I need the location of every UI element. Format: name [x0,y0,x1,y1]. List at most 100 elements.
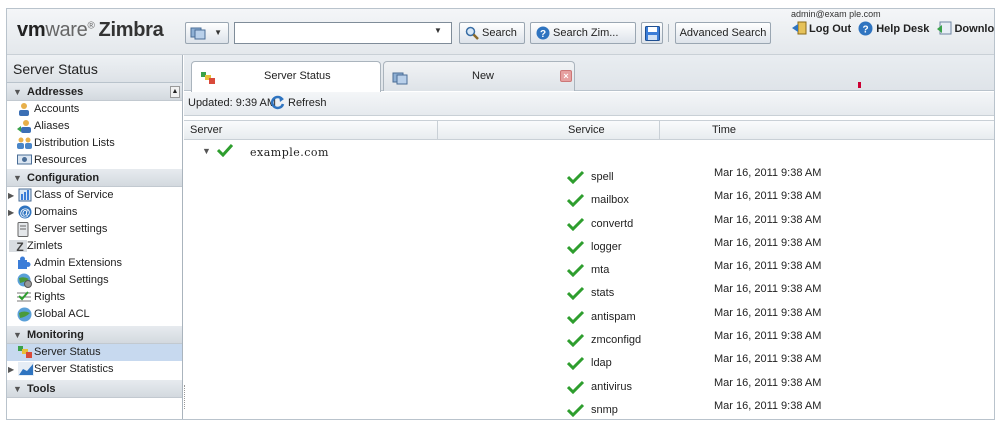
service-name: antivirus [591,380,632,393]
logo-ware: ware [45,19,88,41]
search-history-dropdown-icon[interactable]: ▼ [434,26,442,35]
help-circle-icon: ? [858,21,873,39]
table-row[interactable]: ldap Mar 16, 2011 9:38 AM [184,349,994,373]
column-header-service[interactable]: Service [438,121,660,140]
nav-label: Global ACL [34,308,90,320]
toolbar-separator [668,24,669,42]
refresh-label: Refresh [288,97,327,109]
refresh-button[interactable]: Refresh [270,95,327,110]
nav-item-zimlets[interactable]: Z Zimlets [7,238,182,255]
table-row[interactable]: snmp Mar 16, 2011 9:38 AM [184,396,994,419]
service-name: logger [591,240,622,253]
section-tools[interactable]: ▼ Tools [7,380,182,398]
expand-triangle-icon[interactable]: ▶ [8,187,14,204]
nav-label: Server Status [34,346,101,358]
nav-label: Global Settings [34,274,109,286]
svg-text:@: @ [20,207,31,219]
nav-item-accounts[interactable]: Accounts [7,101,182,118]
nav-item-server-status[interactable]: Server Status [7,344,182,361]
table-row[interactable]: antivirus Mar 16, 2011 9:38 AM [184,373,994,396]
section-addresses[interactable]: ▼ Addresses ▲ [7,83,182,101]
save-search-button[interactable] [641,22,663,44]
nav-pane-title: Server Status [7,55,182,83]
status-ok-icon [566,286,585,303]
section-configuration[interactable]: ▼ Configuration [7,169,182,187]
refresh-icon [270,95,285,113]
search-button[interactable]: Search [459,22,525,44]
close-tab-icon[interactable]: × [560,70,572,82]
section-label: Monitoring [27,329,84,341]
zimbra-admin-window: vmware® Zimbra ▼ ▼ Search ? Search Zim..… [6,8,995,420]
nav-item-resources[interactable]: Resources [7,152,182,169]
svg-text:?: ? [863,25,869,36]
service-name: ldap [591,357,612,370]
user-links: Log Out ? Help Desk Downloads [791,21,995,38]
nav-label: Admin Extensions [34,257,123,269]
table-row[interactable]: antispam Mar 16, 2011 9:38 AM [184,303,994,326]
column-header-time[interactable]: Time [660,121,994,140]
nav-item-global-settings[interactable]: Global Settings [7,272,182,289]
service-time: Mar 16, 2011 9:38 AM [714,213,822,226]
expand-triangle-icon[interactable]: ▶ [8,361,14,378]
advanced-search-button[interactable]: Advanced Search [675,22,771,44]
nav-item-global-acl[interactable]: Global ACL [7,306,182,323]
logout-label: Log Out [809,23,852,35]
search-input[interactable] [234,22,452,44]
nav-item-class-of-service[interactable]: ▶ Class of Service [7,187,182,204]
tab-server-status[interactable]: Server Status [191,61,381,92]
advanced-search-label: Advanced Search [679,27,767,39]
table-row[interactable]: spell Mar 16, 2011 9:38 AM [184,163,994,186]
table-row[interactable]: stats Mar 16, 2011 9:38 AM [184,279,994,303]
column-header-server[interactable]: Server [184,121,438,140]
nav-label: Zimlets [27,240,63,252]
nav-label: Class of Service [34,189,114,201]
logout-link[interactable]: Log Out [791,21,852,38]
nav-item-rights[interactable]: Rights [7,289,182,306]
downloads-label: Downloads [954,23,995,35]
table-row[interactable]: logger Mar 16, 2011 9:38 AM [184,233,994,256]
nav-item-admin-extensions[interactable]: Admin Extensions [7,255,182,272]
table-row[interactable]: zmconfigd Mar 16, 2011 9:38 AM [184,326,994,349]
nav-label: Server Statistics [34,363,114,375]
search-zimbra-button[interactable]: ? Search Zim... [530,22,636,44]
pane-resize-grip[interactable] [184,385,188,409]
nav-item-server-settings[interactable]: Server settings [7,221,182,238]
section-monitoring[interactable]: ▼ Monitoring [7,326,182,344]
status-ok-icon [566,356,585,373]
navigation-pane: Server Status ▼ Addresses ▲ Accounts Ali… [7,55,183,419]
service-time: Mar 16, 2011 9:38 AM [714,236,822,249]
user-email: admin@exam ple.com [791,9,881,19]
server-row[interactable]: ▼ example.com [184,143,454,163]
collapse-triangle-icon: ▼ [13,384,22,394]
nav-item-server-statistics[interactable]: ▶ Server Statistics [7,361,182,378]
service-time: Mar 16, 2011 9:38 AM [714,376,822,389]
tab-label: Server Status [264,70,331,82]
scroll-up-arrow-icon[interactable]: ▲ [170,86,180,98]
service-name: mta [591,264,610,277]
nav-label: Accounts [34,103,80,115]
nav-item-domains[interactable]: ▶ @ Domains [7,204,182,221]
tab-new[interactable]: New × [383,61,575,91]
service-time: Mar 16, 2011 9:38 AM [714,399,822,412]
table-row[interactable]: mta Mar 16, 2011 9:38 AM [184,256,994,279]
downloads-link[interactable]: Downloads [936,21,995,35]
collapse-triangle-icon: ▼ [13,87,22,97]
chart-icon [18,362,34,382]
search-type-dropdown[interactable]: ▼ [185,22,229,44]
people-search-icon [190,26,206,43]
logout-icon [791,21,807,38]
red-marker [858,82,861,88]
nav-item-distribution-lists[interactable]: Distribution Lists [7,135,182,152]
status-ok-icon [566,403,585,419]
table-row[interactable]: mailbox Mar 16, 2011 9:38 AM [184,186,994,209]
nav-item-aliases[interactable]: Aliases [7,118,182,135]
expand-triangle-icon[interactable]: ▶ [8,204,14,221]
tab-label: New [472,70,495,82]
help-circle-icon: ? [536,26,550,47]
table-row[interactable]: convertd Mar 16, 2011 9:38 AM [184,210,994,233]
search-zimbra-label: Search Zim... [553,27,619,39]
helpdesk-link[interactable]: ? Help Desk [858,21,929,36]
collapse-triangle-icon[interactable]: ▼ [202,146,211,156]
chevron-down-icon: ▼ [214,28,222,37]
service-time: Mar 16, 2011 9:38 AM [714,330,822,343]
